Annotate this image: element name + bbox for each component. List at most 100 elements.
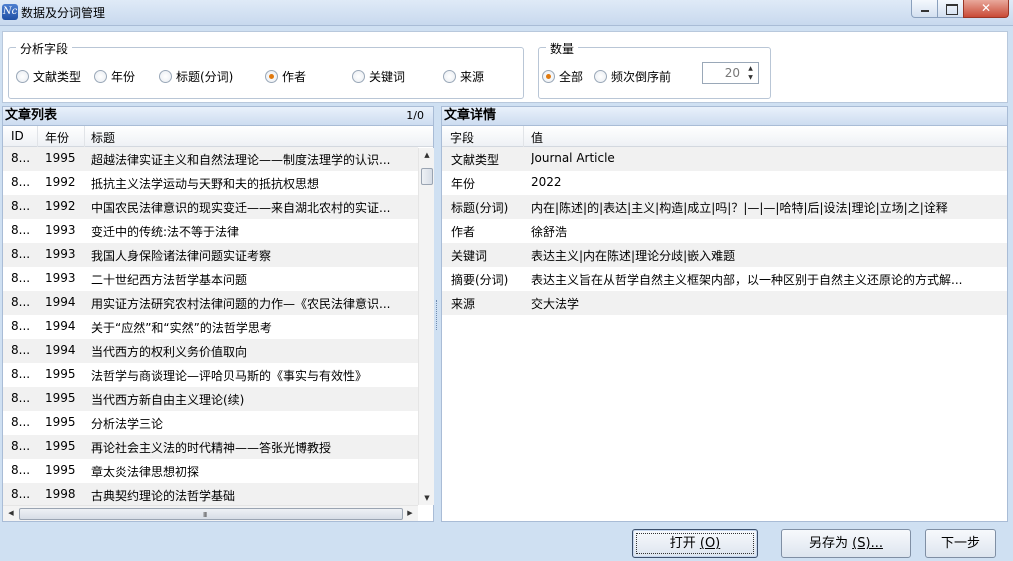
table-row[interactable]: 8... 1995 再论社会主义法的时代精神——答张光博教授	[3, 435, 418, 459]
row-title-cell: 法哲学与商谈理论—评哈贝马斯的《事实与有效性》	[91, 369, 368, 383]
table-row[interactable]: 8... 1992 中国农民法律意识的现实变迁——来自湖北农村的实证...	[3, 195, 418, 219]
radio-year[interactable]: 年份	[94, 68, 135, 84]
next-button[interactable]: 下一步	[925, 529, 996, 558]
vertical-scrollbar[interactable]: ▲ ▼	[418, 148, 434, 505]
radio-top-frequency[interactable]: 频次倒序前	[594, 68, 671, 84]
doc-list-column-header: ID 年份 标题	[3, 126, 433, 147]
row-title-cell: 关于“应然”和“实然”的法哲学思考	[91, 321, 272, 335]
scroll-down-icon[interactable]: ▼	[419, 494, 435, 502]
row-year-cell: 1995	[45, 463, 76, 477]
detail-column-header: 字段 值	[442, 126, 1007, 147]
scroll-thumb[interactable]	[421, 168, 433, 185]
horizontal-scrollbar[interactable]: ◀ III ▶	[3, 505, 418, 521]
radio-dot-icon	[542, 69, 555, 83]
col-id[interactable]: ID	[11, 129, 24, 143]
scroll-left-icon[interactable]: ◀	[3, 509, 19, 517]
detail-row[interactable]: 关键词 表达主义|内在陈述|理论分歧|嵌入难题	[442, 243, 1007, 267]
col-year[interactable]: 年份	[45, 129, 69, 146]
save-as-button-label: 另存为	[809, 536, 849, 551]
row-title-cell: 中国农民法律意识的现实变迁——来自湖北农村的实证...	[91, 201, 391, 215]
app-logo-icon: Nc	[2, 4, 18, 20]
detail-row[interactable]: 作者 徐舒浩	[442, 219, 1007, 243]
column-divider[interactable]	[523, 126, 524, 147]
row-title-cell: 变迁中的传统:法不等于法律	[91, 225, 240, 239]
row-id-cell: 8...	[11, 319, 31, 333]
detail-row[interactable]: 标题(分词) 内在|陈述|的|表达|主义|构造|成立|吗|？|—|—|哈特|后|设…	[442, 195, 1007, 219]
radio-all[interactable]: 全部	[542, 68, 583, 84]
column-divider[interactable]	[37, 126, 38, 147]
row-title-cell: 抵抗主义法学运动与天野和夫的抵抗权思想	[91, 177, 320, 191]
close-button[interactable]: ✕	[963, 0, 1009, 18]
radio-title-seg[interactable]: 标题(分词)	[159, 68, 233, 84]
radio-dot-icon	[16, 69, 29, 83]
detail-row[interactable]: 文献类型 Journal Article	[442, 147, 1007, 171]
detail-field-cell: 标题(分词)	[451, 201, 509, 215]
scroll-thumb[interactable]: III	[19, 508, 403, 520]
detail-row[interactable]: 年份 2022	[442, 171, 1007, 195]
detail-value-cell: 表达主义|内在陈述|理论分歧|嵌入难题	[531, 249, 736, 263]
table-row[interactable]: 8... 1993 二十世纪西方法哲学基本问题	[3, 267, 418, 291]
row-title-cell: 当代西方的权利义务价值取向	[91, 345, 248, 359]
table-row[interactable]: 8... 1995 当代西方新自由主义理论(续)	[3, 387, 418, 411]
row-title-cell: 我国人身保险诸法律问题实证考察	[91, 249, 272, 263]
column-divider[interactable]	[84, 126, 85, 147]
row-title-cell: 章太炎法律思想初探	[91, 465, 200, 479]
detail-field-cell: 年份	[451, 177, 476, 191]
detail-value-cell: 2022	[531, 175, 562, 189]
table-row[interactable]: 8... 1998 古典契约理论的法哲学基础	[3, 483, 418, 507]
spinner-value[interactable]: 20	[725, 66, 740, 80]
detail-title: 文章详情	[444, 108, 497, 123]
row-title-cell: 当代西方新自由主义理论(续)	[91, 393, 245, 407]
row-id-cell: 8...	[11, 223, 31, 237]
options-panel: 分析字段 文献类型 年份 标题(分词) 作者 关键词 来源 数量 全部 频次倒序…	[2, 31, 1008, 103]
col-value[interactable]: 值	[531, 129, 543, 146]
col-title[interactable]: 标题	[91, 129, 115, 146]
row-title-cell: 超越法律实证主义和自然法理论——制度法理学的认识...	[91, 153, 391, 167]
top-n-spinner[interactable]: 20 ▲ ▼	[702, 62, 759, 84]
detail-row[interactable]: 来源 交大法学	[442, 291, 1007, 315]
radio-source[interactable]: 来源	[443, 68, 484, 84]
table-row[interactable]: 8... 1994 关于“应然”和“实然”的法哲学思考	[3, 315, 418, 339]
spin-down-icon[interactable]: ▼	[744, 73, 757, 82]
bottom-bar: 打开 (O) 另存为 (S)... 下一步	[0, 524, 1013, 561]
row-year-cell: 1995	[45, 151, 76, 165]
row-title-cell: 古典契约理论的法哲学基础	[91, 489, 236, 503]
detail-value-cell: 徐舒浩	[531, 225, 568, 239]
detail-field-cell: 关键词	[451, 249, 488, 263]
table-row[interactable]: 8... 1994 用实证方法研究农村法律问题的力作—《农民法律意识...	[3, 291, 418, 315]
pane-splitter[interactable]	[436, 300, 439, 330]
scroll-right-icon[interactable]: ▶	[402, 509, 418, 517]
table-row[interactable]: 8... 1995 法哲学与商谈理论—评哈贝马斯的《事实与有效性》	[3, 363, 418, 387]
detail-value-cell: 交大法学	[531, 297, 580, 311]
radio-author[interactable]: 作者	[265, 68, 306, 84]
table-row[interactable]: 8... 1995 超越法律实证主义和自然法理论——制度法理学的认识...	[3, 147, 418, 171]
minimize-button[interactable]	[911, 0, 938, 18]
spin-up-icon[interactable]: ▲	[744, 64, 757, 73]
table-row[interactable]: 8... 1995 分析法学三论	[3, 411, 418, 435]
open-button[interactable]: 打开 (O)	[632, 529, 758, 558]
table-row[interactable]: 8... 1993 变迁中的传统:法不等于法律	[3, 219, 418, 243]
count-group: 数量 全部 频次倒序前 20 ▲ ▼	[538, 40, 771, 99]
row-year-cell: 1993	[45, 223, 76, 237]
save-as-button[interactable]: 另存为 (S)...	[781, 529, 911, 558]
window-title: 数据及分词管理	[21, 6, 106, 20]
scroll-up-icon[interactable]: ▲	[419, 151, 435, 159]
radio-dot-icon	[443, 69, 456, 83]
table-row[interactable]: 8... 1995 章太炎法律思想初探	[3, 459, 418, 483]
row-id-cell: 8...	[11, 151, 31, 165]
doc-list-count: 1/0	[406, 109, 424, 122]
table-row[interactable]: 8... 1994 当代西方的权利义务价值取向	[3, 339, 418, 363]
detail-row[interactable]: 摘要(分词) 表达主义旨在从哲学自然主义框架内部，以一种区别于自然主义还原论的方式…	[442, 267, 1007, 291]
radio-keywords[interactable]: 关键词	[352, 68, 405, 84]
row-id-cell: 8...	[11, 439, 31, 453]
focus-rect	[636, 533, 754, 554]
table-row[interactable]: 8... 1992 抵抗主义法学运动与天野和夫的抵抗权思想	[3, 171, 418, 195]
maximize-button[interactable]	[937, 0, 964, 18]
field-group: 分析字段 文献类型 年份 标题(分词) 作者 关键词 来源	[8, 40, 524, 99]
table-row[interactable]: 8... 1993 我国人身保险诸法律问题实证考察	[3, 243, 418, 267]
count-group-legend: 数量	[546, 40, 579, 57]
radio-doc-type[interactable]: 文献类型	[16, 68, 81, 84]
row-year-cell: 1994	[45, 295, 76, 309]
col-field[interactable]: 字段	[450, 129, 474, 146]
row-id-cell: 8...	[11, 367, 31, 381]
